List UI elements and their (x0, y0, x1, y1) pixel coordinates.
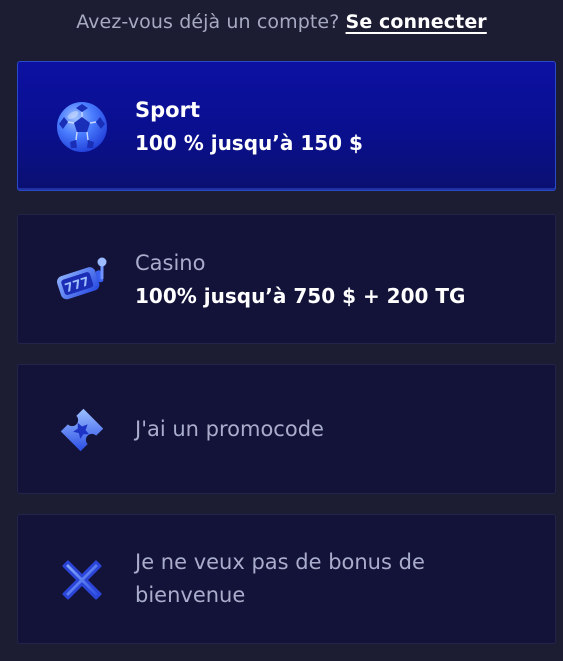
soccer-ball-icon (54, 99, 110, 155)
slot-machine-icon: 777 (54, 252, 110, 308)
login-prompt-row: Avez-vous déjà un compte? Se connecter (0, 11, 563, 33)
bonus-option-sport[interactable]: Sport 100 % jusqu’à 150 $ (17, 61, 556, 191)
login-prompt-text: Avez-vous déjà un compte? (76, 11, 340, 33)
ticket-icon (54, 402, 110, 458)
option-subtitle: 100% jusqu’à 750 $ + 200 TG (135, 284, 466, 308)
option-title: Sport (135, 98, 200, 122)
bonus-option-none[interactable]: Je ne veux pas de bonus de bienvenue (17, 514, 556, 644)
option-title: J'ai un promocode (135, 417, 324, 441)
cross-icon (54, 552, 110, 608)
bonus-option-casino[interactable]: 777 Casino 100% jusqu’à 750 $ + 200 TG (17, 214, 556, 344)
option-title: Je ne veux pas de bonus de bienvenue (135, 550, 425, 607)
bonus-option-promocode[interactable]: J'ai un promocode (17, 364, 556, 494)
option-title: Casino (135, 251, 206, 275)
login-link[interactable]: Se connecter (346, 11, 487, 33)
option-subtitle: 100 % jusqu’à 150 $ (135, 131, 363, 155)
